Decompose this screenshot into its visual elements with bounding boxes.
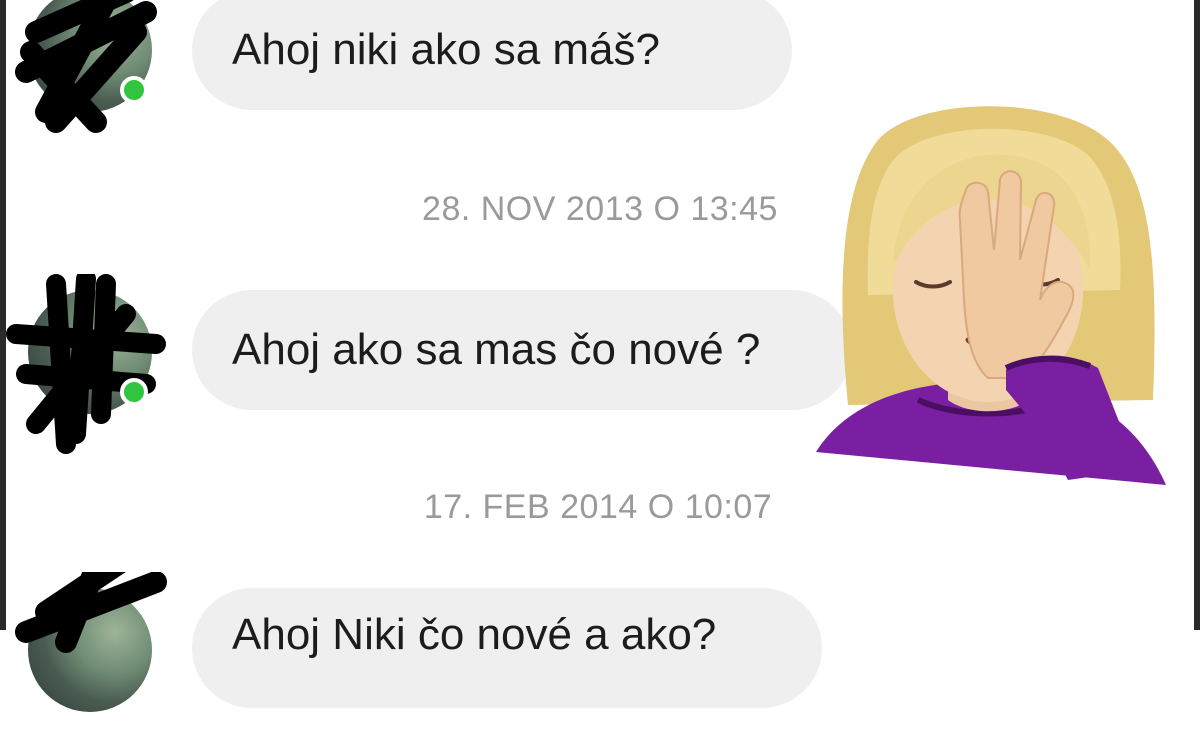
sender-avatar[interactable]: [15, 572, 167, 712]
message-timestamp: 17. FEB 2014 O 10:07: [423, 488, 773, 526]
frame-right-edge: [1194, 0, 1200, 630]
message-bubble[interactable]: Ahoj niki ako sa máš?: [192, 0, 792, 110]
online-status-dot: [120, 378, 148, 406]
message-text: Ahoj Niki čo nové a ako?: [232, 610, 717, 659]
woman-facepalming-icon: [816, 106, 1166, 485]
sender-avatar[interactable]: [15, 0, 157, 133]
sender-avatar[interactable]: [6, 274, 166, 454]
redaction-scribble-icon: [6, 274, 166, 454]
message-text: Ahoj niki ako sa máš?: [232, 25, 660, 74]
message-bubble[interactable]: Ahoj ako sa mas čo nové ?: [192, 290, 852, 410]
message-text: Ahoj ako sa mas čo nové ?: [232, 325, 761, 374]
message-bubble[interactable]: Ahoj Niki čo nové a ako?: [192, 588, 822, 708]
online-status-dot: [120, 76, 148, 104]
redaction-scribble-icon: [15, 0, 157, 133]
redaction-scribble-icon: [15, 572, 167, 653]
